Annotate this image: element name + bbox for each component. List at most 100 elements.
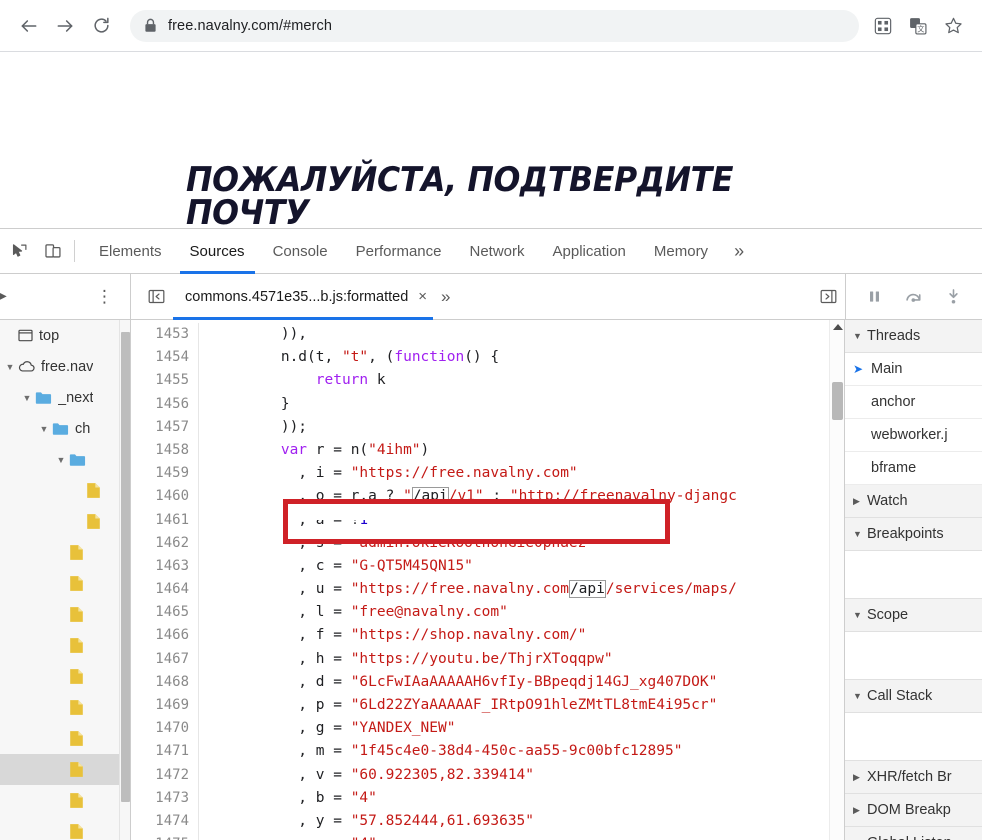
code-line-text[interactable]: , h = "https://youtu.be/ThjrXToqqpw": [199, 648, 613, 671]
file-navigator[interactable]: top▼free.nav▼_next▼ch▼: [0, 320, 131, 840]
line-number[interactable]: 1458: [131, 439, 199, 462]
code-line-text[interactable]: , l = "free@navalny.com": [199, 601, 508, 624]
code-line-text[interactable]: , p = "6Ld22ZYaAAAAAF_IRtpO91hleZMtTL8tm…: [199, 694, 717, 717]
code-line[interactable]: 1475 , w = "4": [131, 833, 844, 840]
line-number[interactable]: 1463: [131, 555, 199, 578]
editor-vertical-scrollbar[interactable]: [829, 320, 844, 840]
chevron-down-icon[interactable]: ▼: [2, 362, 18, 372]
line-number[interactable]: 1461: [131, 509, 199, 532]
tree-item[interactable]: [0, 816, 130, 840]
line-number[interactable]: 1472: [131, 764, 199, 787]
line-number[interactable]: 1459: [131, 462, 199, 485]
pause-icon[interactable]: [867, 289, 882, 304]
code-line[interactable]: 1473 , b = "4": [131, 787, 844, 810]
code-line[interactable]: 1453 )),: [131, 323, 844, 346]
code-line[interactable]: 1456 }: [131, 393, 844, 416]
code-line[interactable]: 1466 , f = "https://shop.navalny.com/": [131, 624, 844, 647]
line-number[interactable]: 1460: [131, 485, 199, 508]
collapse-sidebar-icon[interactable]: ▶: [0, 287, 7, 304]
line-number[interactable]: 1455: [131, 369, 199, 392]
line-number[interactable]: 1474: [131, 810, 199, 833]
qr-code-icon[interactable]: [868, 11, 898, 41]
show-debugger-icon[interactable]: [815, 286, 841, 308]
line-number[interactable]: 1469: [131, 694, 199, 717]
chevron-down-icon[interactable]: ▼: [853, 691, 867, 701]
code-line[interactable]: 1463 , c = "G-QT5M45QN15": [131, 555, 844, 578]
device-toolbar-icon[interactable]: [36, 234, 70, 268]
back-arrow-icon[interactable]: [14, 11, 44, 41]
address-bar-url[interactable]: free.navalny.com/#merch: [168, 18, 332, 34]
line-number[interactable]: 1453: [131, 323, 199, 346]
code-line-text[interactable]: , m = "1f45c4e0-38d4-450c-aa55-9c00bfc12…: [199, 740, 682, 763]
close-icon[interactable]: ×: [418, 288, 427, 305]
chevron-down-icon[interactable]: ▼: [853, 331, 867, 341]
thread-item-anchor[interactable]: anchor: [845, 386, 982, 419]
tree-item-free-nav[interactable]: ▼free.nav: [0, 351, 130, 382]
tree-item-ch[interactable]: ▼ch: [0, 413, 130, 444]
chevron-down-icon[interactable]: ▼: [853, 529, 867, 539]
thread-item-webworker-j[interactable]: webworker.j: [845, 419, 982, 452]
tree-item[interactable]: [0, 754, 130, 785]
code-line[interactable]: 1459 , i = "https://free.navalny.com": [131, 462, 844, 485]
scrollbar-thumb[interactable]: [121, 332, 130, 802]
scrollbar-thumb[interactable]: [832, 382, 843, 420]
tab-network[interactable]: Network: [455, 229, 538, 274]
tab-performance[interactable]: Performance: [342, 229, 456, 274]
code-line-text[interactable]: , v = "60.922305,82.339414": [199, 764, 534, 787]
translate-icon[interactable]: A 文: [903, 11, 933, 41]
more-editor-tabs-button[interactable]: »: [433, 287, 458, 307]
code-line-text[interactable]: ));: [199, 416, 307, 439]
tab-elements[interactable]: Elements: [85, 229, 176, 274]
line-number[interactable]: 1457: [131, 416, 199, 439]
lock-icon[interactable]: [144, 18, 157, 33]
tree-item[interactable]: [0, 661, 130, 692]
tree-item[interactable]: [0, 630, 130, 661]
code-editor[interactable]: 1453 )),1454 n.d(t, "t", (function() {14…: [131, 320, 845, 840]
code-line[interactable]: 1454 n.d(t, "t", (function() {: [131, 346, 844, 369]
line-number[interactable]: 1471: [131, 740, 199, 763]
chevron-down-icon[interactable]: ▼: [53, 455, 69, 465]
code-line[interactable]: 1468 , d = "6LcFwIAaAAAAAH6vfIy-BBpeqdj1…: [131, 671, 844, 694]
tree-item[interactable]: [0, 475, 130, 506]
code-line[interactable]: 1467 , h = "https://youtu.be/ThjrXToqqpw…: [131, 648, 844, 671]
line-number[interactable]: 1462: [131, 532, 199, 555]
tree-item[interactable]: [0, 506, 130, 537]
code-line[interactable]: 1471 , m = "1f45c4e0-38d4-450c-aa55-9c00…: [131, 740, 844, 763]
sidebar-section-call-stack[interactable]: ▼Call Stack: [845, 680, 982, 713]
show-navigator-icon[interactable]: [143, 286, 169, 308]
code-line-text[interactable]: return k: [199, 369, 386, 392]
sidebar-section-global-listen[interactable]: ▶Global Listen: [845, 827, 982, 840]
navigator-more-options-button[interactable]: ⋮: [87, 288, 122, 305]
tree-item--next[interactable]: ▼_next: [0, 382, 130, 413]
tree-item[interactable]: [0, 692, 130, 723]
tree-item[interactable]: [0, 599, 130, 630]
chevron-down-icon[interactable]: ▼: [36, 424, 52, 434]
code-line[interactable]: 1457 ));: [131, 416, 844, 439]
code-line-text[interactable]: , y = "57.852444,61.693635": [199, 810, 534, 833]
sidebar-section-xhr-fetch-br[interactable]: ▶XHR/fetch Br: [845, 761, 982, 794]
tab-application[interactable]: Application: [539, 229, 640, 274]
chevron-right-icon[interactable]: ▶: [853, 496, 867, 507]
sidebar-section-watch[interactable]: ▶Watch: [845, 485, 982, 518]
line-number[interactable]: 1470: [131, 717, 199, 740]
chevron-down-icon[interactable]: ▼: [853, 610, 867, 620]
chevron-down-icon[interactable]: ▼: [19, 393, 35, 403]
code-line[interactable]: 1455 return k: [131, 369, 844, 392]
code-line-text[interactable]: var r = n("4ihm"): [199, 439, 429, 462]
line-number[interactable]: 1466: [131, 624, 199, 647]
line-number[interactable]: 1473: [131, 787, 199, 810]
scroll-up-arrow-icon[interactable]: [833, 324, 843, 330]
editor-tab-commons-js[interactable]: commons.4571e35...b.js:formatted ×: [173, 274, 433, 320]
tree-item-top[interactable]: top: [0, 320, 130, 351]
bookmark-star-icon[interactable]: [938, 11, 968, 41]
code-line-text[interactable]: , c = "G-QT5M45QN15": [199, 555, 473, 578]
tree-item[interactable]: [0, 785, 130, 816]
sidebar-section-scope[interactable]: ▼Scope: [845, 599, 982, 632]
inspect-element-icon[interactable]: [2, 234, 36, 268]
code-line[interactable]: 1470 , g = "YANDEX_NEW": [131, 717, 844, 740]
code-line-text[interactable]: , i = "https://free.navalny.com": [199, 462, 578, 485]
line-number[interactable]: 1467: [131, 648, 199, 671]
code-line-text[interactable]: , b = "4": [199, 787, 377, 810]
code-line-text[interactable]: )),: [199, 323, 307, 346]
code-line-text[interactable]: , d = "6LcFwIAaAAAAAH6vfIy-BBpeqdj14GJ_x…: [199, 671, 717, 694]
